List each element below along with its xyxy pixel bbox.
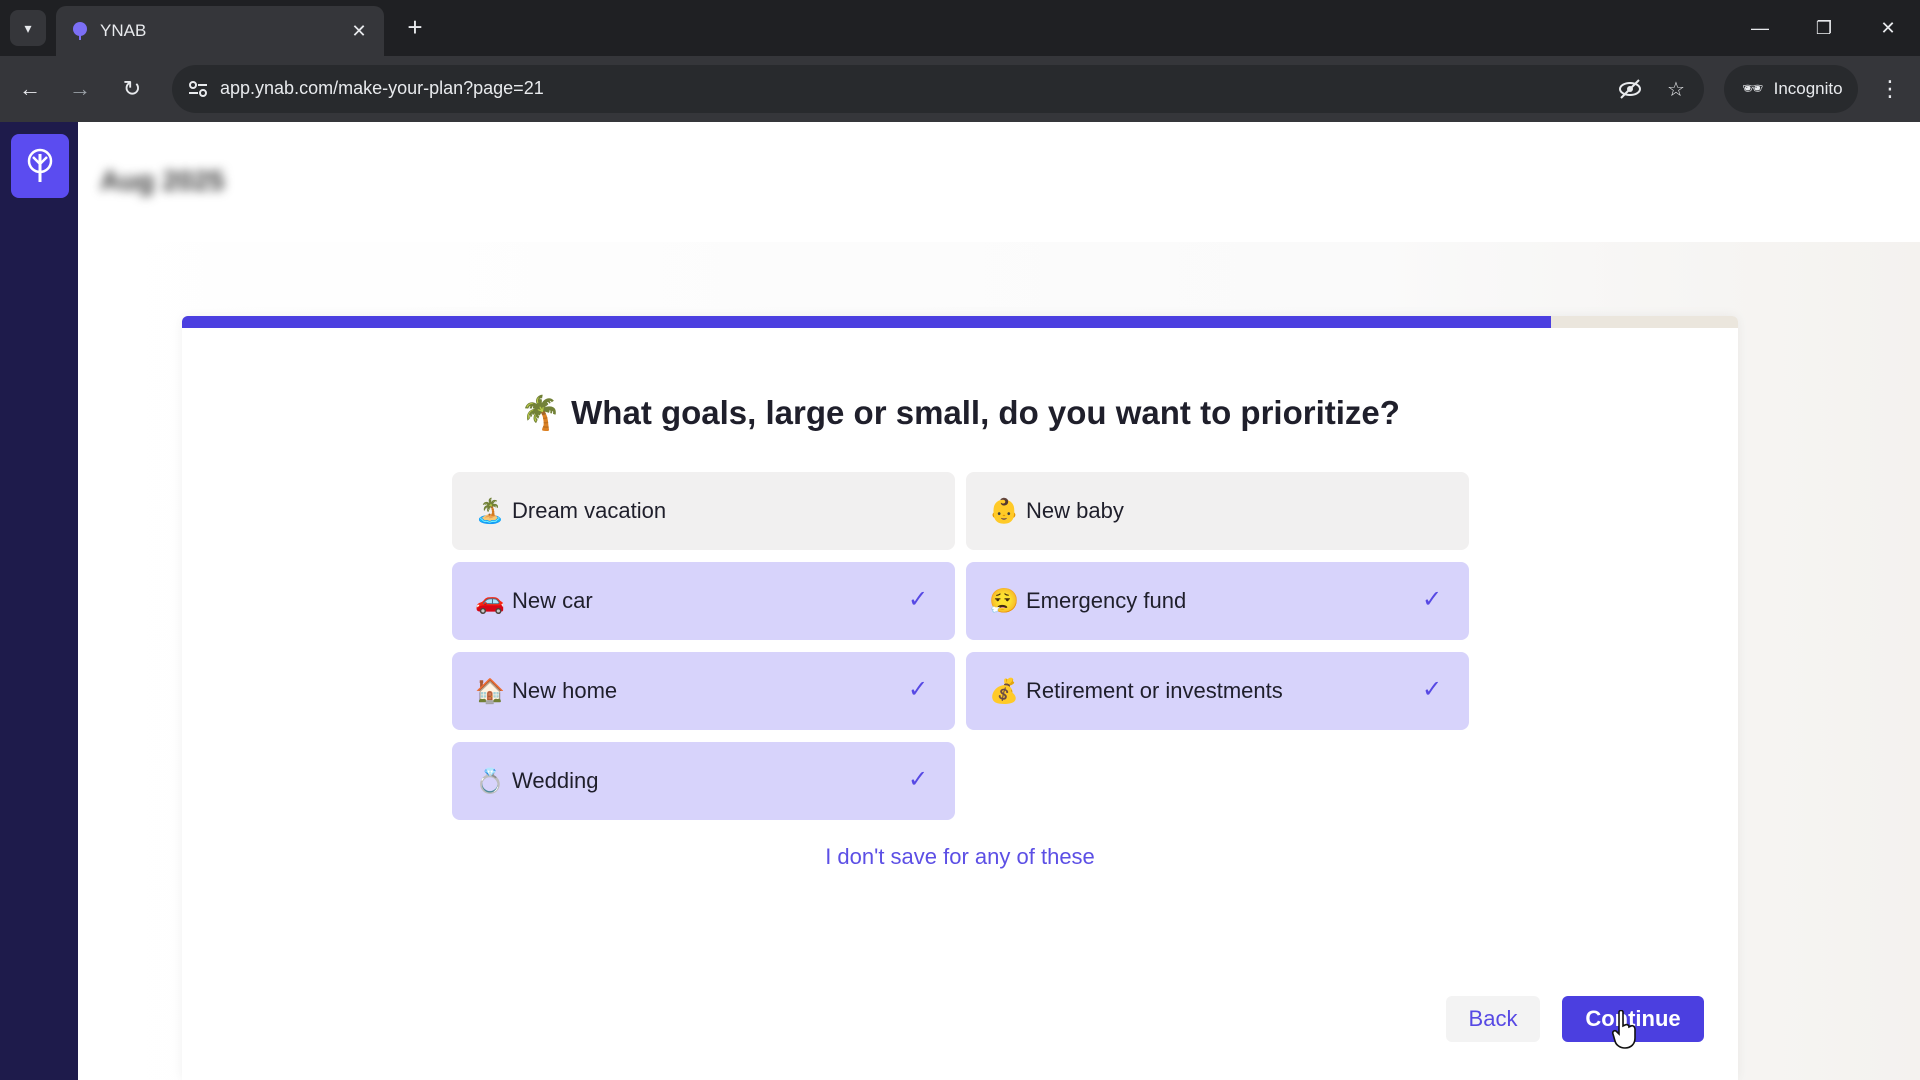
browser-menu-icon[interactable]: ⋮ xyxy=(1872,69,1908,109)
ynab-tree-icon xyxy=(73,22,87,40)
goal-emoji-icon: 🏠 xyxy=(475,677,505,705)
forward-arrow-icon[interactable]: → xyxy=(60,69,100,109)
checkmark-icon: ✓ xyxy=(1421,675,1443,703)
no-save-link[interactable]: I don't save for any of these xyxy=(182,844,1738,870)
goal-option[interactable]: 😮‍💨 Emergency fund ✓ xyxy=(966,562,1469,640)
plan-wizard-modal: 🌴 What goals, large or small, do you want… xyxy=(182,316,1738,1080)
close-window-icon[interactable]: ✕ xyxy=(1866,8,1910,48)
checkmark-icon: ✓ xyxy=(1421,585,1443,613)
app-sidebar xyxy=(0,122,78,1080)
month-label: Aug 2025 xyxy=(100,165,225,196)
goal-option-label: Retirement or investments xyxy=(1026,678,1283,703)
browser-toolbar: ← → ↻ app.ynab.com/make-your-plan?page=2… xyxy=(0,56,1920,122)
url-text[interactable]: app.ynab.com/make-your-plan?page=21 xyxy=(220,78,544,99)
incognito-icon: 🕶 xyxy=(1742,79,1764,98)
mouse-pointer-icon xyxy=(1611,1010,1636,1049)
new-tab-button[interactable]: + xyxy=(398,10,432,44)
checkmark-icon: ✓ xyxy=(907,675,929,703)
ynab-logo-button[interactable] xyxy=(11,134,69,198)
progress-bar xyxy=(182,316,1738,328)
tab-title: YNAB xyxy=(100,21,147,40)
goal-option-label: Wedding xyxy=(512,768,599,793)
goal-option[interactable]: 🏝️ Dream vacation xyxy=(452,472,955,550)
site-settings-icon[interactable] xyxy=(186,77,210,101)
back-arrow-icon[interactable]: ← xyxy=(10,69,50,109)
minimize-icon[interactable]: — xyxy=(1738,8,1782,48)
bookmark-star-icon[interactable]: ☆ xyxy=(1662,75,1690,103)
goal-option[interactable]: 💰 Retirement or investments ✓ xyxy=(966,652,1469,730)
goal-emoji-icon: 🚗 xyxy=(475,587,505,615)
chevron-down-icon: ▾ xyxy=(24,19,32,36)
address-bar[interactable]: app.ynab.com/make-your-plan?page=21 ☆ xyxy=(172,65,1704,113)
eye-off-icon[interactable] xyxy=(1616,75,1644,103)
browser-tab-bar: ▾ YNAB ✕ + — ❐ ✕ xyxy=(0,0,1920,56)
goal-emoji-icon: 💍 xyxy=(475,767,505,795)
browser-tab[interactable]: YNAB ✕ xyxy=(56,6,384,56)
palm-tree-icon: 🌴 xyxy=(520,394,562,431)
goal-option[interactable]: 🏠 New home ✓ xyxy=(452,652,955,730)
restore-icon[interactable]: ❐ xyxy=(1802,8,1846,48)
goal-option[interactable]: 🚗 New car ✓ xyxy=(452,562,955,640)
goal-option-label: Emergency fund xyxy=(1026,588,1187,613)
goal-option-label: New car xyxy=(512,588,593,613)
goal-emoji-icon: 🏝️ xyxy=(475,497,505,525)
goal-emoji-icon: 💰 xyxy=(989,677,1019,705)
goal-option-label: Dream vacation xyxy=(512,498,667,523)
progress-bar-fill xyxy=(182,316,1552,328)
goal-emoji-icon: 👶 xyxy=(989,497,1019,525)
question-heading: 🌴 What goals, large or small, do you want… xyxy=(182,394,1738,433)
incognito-indicator[interactable]: 🕶 Incognito xyxy=(1724,65,1858,113)
goal-option[interactable]: 💍 Wedding ✓ xyxy=(452,742,955,820)
incognito-label: Incognito xyxy=(1773,79,1843,98)
ynab-tree-icon xyxy=(27,148,53,182)
checkmark-icon: ✓ xyxy=(907,765,929,793)
goal-emoji-icon: 😮‍💨 xyxy=(989,587,1019,615)
question-text: What goals, large or small, do you want … xyxy=(571,394,1400,431)
back-button[interactable]: Back xyxy=(1446,996,1540,1042)
checkmark-icon: ✓ xyxy=(907,585,929,613)
goal-option-label: New baby xyxy=(1026,498,1124,523)
tab-search-button[interactable]: ▾ xyxy=(10,10,46,46)
close-tab-icon[interactable]: ✕ xyxy=(346,18,372,44)
reload-icon[interactable]: ↻ xyxy=(112,69,152,109)
goal-option[interactable]: 👶 New baby xyxy=(966,472,1469,550)
goal-option-label: New home xyxy=(512,678,618,703)
